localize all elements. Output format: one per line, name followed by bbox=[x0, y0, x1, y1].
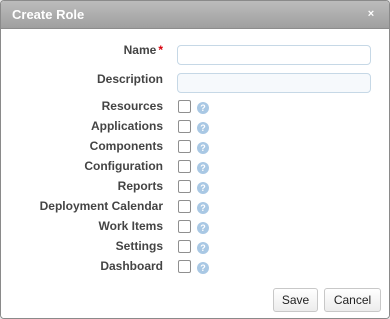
cancel-button[interactable]: Cancel bbox=[324, 288, 381, 312]
name-input[interactable] bbox=[177, 45, 371, 65]
dialog-title: Create Role bbox=[12, 7, 85, 22]
dashboard-checkbox[interactable] bbox=[178, 260, 191, 273]
help-icon[interactable]: ? bbox=[197, 262, 209, 274]
help-icon[interactable]: ? bbox=[197, 102, 209, 114]
applications-checkbox[interactable] bbox=[178, 120, 191, 133]
create-role-dialog: Create Role × Name * Description Resource… bbox=[0, 0, 390, 319]
permission-label-applications: Applications bbox=[90, 119, 163, 133]
permission-label-reports: Reports bbox=[117, 179, 163, 193]
help-icon[interactable]: ? bbox=[197, 122, 209, 134]
help-icon[interactable]: ? bbox=[197, 142, 209, 154]
description-input[interactable] bbox=[177, 73, 371, 93]
description-label: Description bbox=[96, 72, 163, 86]
resources-checkbox[interactable] bbox=[178, 100, 191, 113]
help-icon[interactable]: ? bbox=[197, 182, 209, 194]
permission-label-configuration: Configuration bbox=[84, 159, 163, 173]
permission-label-deployment-calendar: Deployment Calendar bbox=[39, 199, 163, 213]
deployment-calendar-checkbox[interactable] bbox=[178, 200, 191, 213]
help-icon[interactable]: ? bbox=[197, 242, 209, 254]
help-icon[interactable]: ? bbox=[197, 222, 209, 234]
permission-label-resources: Resources bbox=[101, 99, 163, 113]
dialog-titlebar[interactable]: Create Role × bbox=[1, 1, 389, 29]
settings-checkbox[interactable] bbox=[178, 240, 191, 253]
dialog-body: Name * Description Resources ? Applicatio… bbox=[1, 29, 389, 318]
save-button[interactable]: Save bbox=[273, 288, 318, 312]
permission-label-components: Components bbox=[89, 139, 163, 153]
components-checkbox[interactable] bbox=[178, 140, 191, 153]
help-icon[interactable]: ? bbox=[197, 162, 209, 174]
required-marker: * bbox=[158, 43, 163, 57]
permission-label-settings: Settings bbox=[115, 239, 163, 253]
permission-label-dashboard: Dashboard bbox=[100, 259, 163, 273]
work-items-checkbox[interactable] bbox=[178, 220, 191, 233]
name-label: Name * bbox=[3, 43, 163, 57]
name-label-text: Name bbox=[123, 43, 157, 57]
configuration-checkbox[interactable] bbox=[178, 160, 191, 173]
reports-checkbox[interactable] bbox=[178, 180, 191, 193]
permission-label-work-items: Work Items bbox=[98, 219, 163, 233]
close-icon[interactable]: × bbox=[363, 6, 379, 22]
help-icon[interactable]: ? bbox=[197, 202, 209, 214]
